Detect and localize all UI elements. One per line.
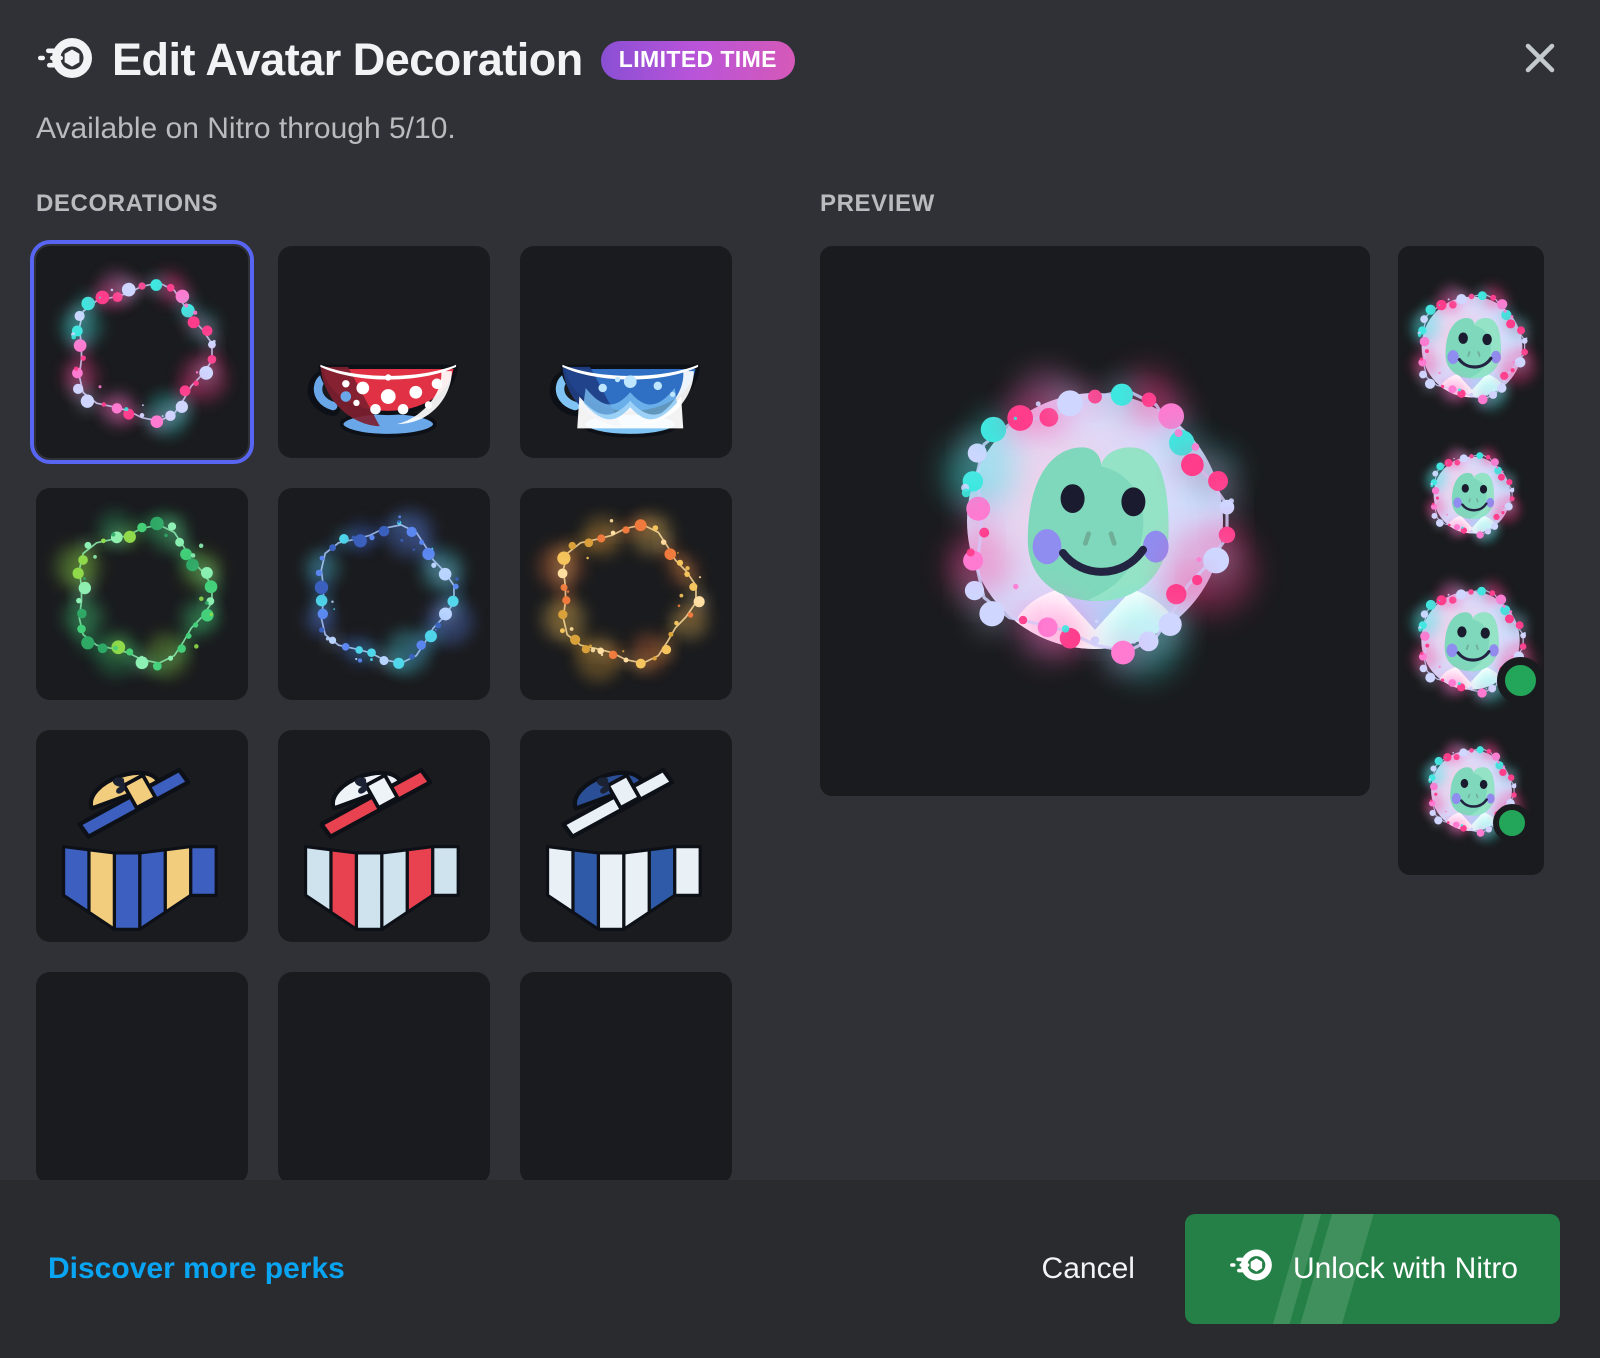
preview-thumb-large xyxy=(1398,266,1544,427)
decoration-placeholder-3-art xyxy=(520,972,732,1180)
decoration-tile-string-lights-blue[interactable] xyxy=(278,488,490,700)
decoration-tile-decoration-placeholder-3[interactable] xyxy=(520,972,732,1180)
nitro-wheel-icon xyxy=(1227,1248,1275,1290)
unlock-with-nitro-button[interactable]: Unlock with Nitro xyxy=(1184,1214,1560,1324)
nitro-wheel-icon xyxy=(36,36,94,85)
preview-column: PREVIEW xyxy=(762,190,1564,1180)
frog-avatar xyxy=(895,321,1295,721)
sailor-hat-blue-art xyxy=(520,730,732,942)
edit-avatar-decoration-modal: Edit Avatar Decoration LIMITED TIME Avai… xyxy=(0,0,1600,1358)
decoration-tile-sailor-hat-blue[interactable] xyxy=(520,730,732,942)
decoration-tile-sailor-hat-gold[interactable] xyxy=(36,730,248,942)
close-icon[interactable] xyxy=(1518,36,1562,80)
string-lights-gold-art xyxy=(520,488,732,700)
decorations-column: DECORATIONS xyxy=(30,190,762,1180)
decoration-tile-string-lights-pink-cyan[interactable] xyxy=(30,240,254,464)
discover-more-perks-link[interactable]: Discover more perks xyxy=(48,1252,345,1286)
cancel-button[interactable]: Cancel xyxy=(1034,1242,1143,1296)
decoration-tile-sailor-hat-red[interactable] xyxy=(278,730,490,942)
limited-time-badge: LIMITED TIME xyxy=(600,40,795,80)
string-lights-pink-cyan-art xyxy=(36,246,248,458)
modal-footer: Discover more perks Cancel Unlock with N… xyxy=(0,1180,1600,1358)
unlock-button-label: Unlock with Nitro xyxy=(1292,1252,1518,1285)
preview-thumbnail-strip xyxy=(1398,246,1544,875)
decoration-placeholder-1-art xyxy=(36,972,248,1180)
page-title: Edit Avatar Decoration xyxy=(112,34,583,85)
modal-header: Edit Avatar Decoration LIMITED TIME Avai… xyxy=(0,0,1600,146)
title-row: Edit Avatar Decoration LIMITED TIME xyxy=(36,34,1560,86)
preview-thumb-large-online xyxy=(1398,562,1544,720)
decoration-tile-teacup-red-polkadot[interactable] xyxy=(278,246,490,458)
string-lights-blue-art xyxy=(278,488,490,700)
decoration-placeholder-2-art xyxy=(278,972,490,1180)
decoration-tile-string-lights-gold[interactable] xyxy=(520,488,732,700)
preview-section-label: PREVIEW xyxy=(820,190,935,217)
sailor-hat-red-art xyxy=(278,730,490,942)
teacup-red-polkadot-art xyxy=(278,246,490,458)
sailor-hat-gold-art xyxy=(36,730,248,942)
preview-main-avatar xyxy=(820,246,1370,796)
preview-thumb-small-online xyxy=(1407,726,1536,855)
status-badge-online xyxy=(1492,804,1531,842)
modal-subtitle: Available on Nitro through 5/10. xyxy=(36,112,456,145)
decoration-tile-decoration-placeholder-1[interactable] xyxy=(36,972,248,1180)
decoration-tile-string-lights-green[interactable] xyxy=(36,488,248,700)
status-badge-online xyxy=(1497,657,1544,704)
string-lights-green-art xyxy=(36,488,248,700)
decoration-tile-teacup-blue-scallop[interactable] xyxy=(520,246,732,458)
footer-actions: Cancel Unlock with Nitro xyxy=(1034,1214,1560,1324)
decoration-tile-decoration-placeholder-2[interactable] xyxy=(278,972,490,1180)
teacup-blue-scallop-art xyxy=(520,246,732,458)
preview-row xyxy=(820,246,1564,875)
decorations-grid xyxy=(30,240,762,1180)
preview-thumb-medium xyxy=(1410,433,1533,556)
modal-body: DECORATIONS PREVIEW xyxy=(0,146,1600,1180)
decorations-section-label: DECORATIONS xyxy=(36,190,219,217)
